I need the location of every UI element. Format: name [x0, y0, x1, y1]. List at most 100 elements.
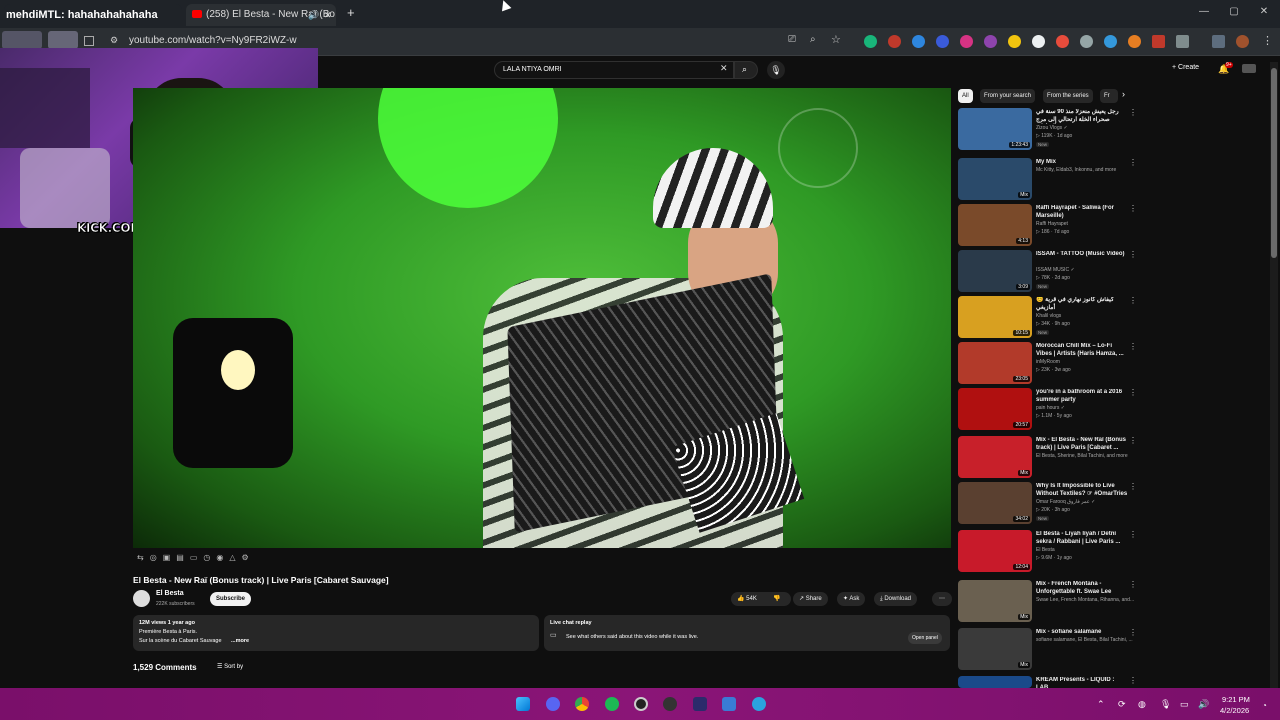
related-more-icon[interactable]: ⋮: [1129, 580, 1137, 589]
voice-search-icon[interactable]: 🎙: [767, 61, 785, 79]
related-title[interactable]: Mix - French Montana - Unforgettable ft.…: [1036, 581, 1128, 596]
open-panel-button[interactable]: Open panel: [908, 632, 942, 644]
window-close-button[interactable]: ✕: [1256, 6, 1272, 17]
tab-close-icon[interactable]: ✕: [324, 4, 332, 26]
search-button[interactable]: ⌕: [734, 61, 758, 79]
related-more-icon[interactable]: ⋮: [1129, 250, 1137, 259]
related-title[interactable]: Mix - sofiane salamane: [1036, 629, 1128, 637]
related-title[interactable]: 😊 كيفاش كانوز نهاري في قرية أمازيغي: [1036, 297, 1128, 312]
related-channel[interactable]: Zizou Vlogs ✓: [1036, 125, 1136, 132]
extension-icon-13[interactable]: [1152, 35, 1165, 48]
settings-gear-icon[interactable]: ⚙: [242, 553, 255, 562]
tray-app-icon[interactable]: ⟳: [1118, 699, 1126, 710]
chip-more[interactable]: Fr: [1100, 89, 1118, 103]
camera-icon[interactable]: ◉: [216, 553, 229, 562]
extension-icon-11[interactable]: [1104, 35, 1117, 48]
telegram-icon[interactable]: [752, 697, 766, 711]
menu-lines-icon[interactable]: [1212, 35, 1225, 48]
like-button[interactable]: 👍 54K 👎: [731, 592, 791, 606]
related-channel[interactable]: Raffi Hayrapet: [1036, 221, 1136, 228]
related-thumbnail[interactable]: Mix: [958, 436, 1032, 478]
related-thumbnail[interactable]: 3:09: [958, 250, 1032, 292]
tray-volume-icon[interactable]: 🔊: [1198, 699, 1209, 710]
related-thumbnail[interactable]: 34:02: [958, 482, 1032, 524]
obs-icon[interactable]: [634, 697, 648, 711]
related-more-icon[interactable]: ⋮: [1129, 388, 1137, 397]
cast-icon[interactable]: ⎚: [788, 34, 796, 45]
notification-center-icon[interactable]: ◔: [1262, 701, 1267, 710]
discord-icon[interactable]: [546, 697, 560, 711]
extension-icon-7[interactable]: [1008, 35, 1021, 48]
related-channel[interactable]: Khalil vlogs: [1036, 313, 1136, 320]
video-player[interactable]: [133, 88, 951, 548]
tab-twitch[interactable]: mehdiMTL: hahahahahahaha: [4, 4, 182, 26]
extension-icon-4[interactable]: [936, 35, 949, 48]
related-thumbnail[interactable]: Mix: [958, 628, 1032, 670]
tab-youtube[interactable]: (258) El Besta - New Raï (Bo 🔊 ✕: [186, 4, 336, 26]
browser-menu-icon[interactable]: ⋮: [1262, 34, 1273, 47]
related-more-icon[interactable]: ⋮: [1129, 482, 1137, 491]
related-more-icon[interactable]: ⋮: [1129, 296, 1137, 305]
related-more-icon[interactable]: ⋮: [1129, 436, 1137, 445]
extension-icon-1[interactable]: [864, 35, 877, 48]
subscribe-button[interactable]: Subscribe: [210, 592, 252, 606]
related-more-icon[interactable]: ⋮: [1129, 158, 1137, 167]
extension-icon-5[interactable]: [960, 35, 973, 48]
spotify-icon[interactable]: [605, 697, 619, 711]
description-box[interactable]: 12M views 1 year ago Première Besta à Pa…: [133, 615, 539, 651]
channel-name[interactable]: El Besta: [156, 590, 184, 597]
channel-avatar[interactable]: [133, 590, 150, 607]
loop-icon[interactable]: ⇆: [137, 553, 150, 562]
related-more-icon[interactable]: ⋮: [1129, 108, 1137, 117]
extension-icon-2[interactable]: [888, 35, 901, 48]
related-more-icon[interactable]: ⋮: [1129, 342, 1137, 351]
related-title[interactable]: you're in a bathroom at a 2016 summer pa…: [1036, 389, 1128, 404]
filter-icon[interactable]: ▣: [163, 553, 177, 562]
extension-icon-10[interactable]: [1080, 35, 1093, 48]
screenshot-icon[interactable]: ▤: [176, 553, 190, 562]
flask-icon[interactable]: △: [229, 553, 241, 562]
speaker-icon[interactable]: 🔊: [308, 4, 319, 26]
taskbar-time[interactable]: 9:21 PM: [1222, 695, 1250, 704]
chips-next-icon[interactable]: ›: [1122, 89, 1125, 99]
sort-by-button[interactable]: ☰ Sort by: [217, 663, 243, 670]
extensions-puzzle-icon[interactable]: [1176, 35, 1189, 48]
related-title[interactable]: El Besta - Liyah liyah / Detni sekra / R…: [1036, 531, 1128, 546]
description-more-link[interactable]: ...more: [231, 638, 249, 644]
chrome-icon[interactable]: [575, 697, 589, 711]
page-scrollbar[interactable]: [1270, 62, 1278, 688]
related-channel[interactable]: ISSAM MUSIC ✓: [1036, 267, 1136, 274]
related-channel[interactable]: El Besta: [1036, 547, 1136, 554]
url-field[interactable]: youtube.com/watch?v=Ny9FR2iWZ-w: [129, 35, 297, 46]
related-thumbnail[interactable]: [958, 676, 1032, 688]
zoom-icon[interactable]: ⌕: [810, 34, 816, 45]
extension-icon-9[interactable]: [1056, 35, 1069, 48]
chip-all[interactable]: All: [958, 89, 973, 103]
related-title[interactable]: Why Is It Impossible to Live Without Tex…: [1036, 483, 1128, 498]
tray-network-icon[interactable]: ▭: [1180, 699, 1189, 710]
microphone-app-icon[interactable]: [693, 697, 707, 711]
clear-search-icon[interactable]: ✕: [720, 63, 728, 74]
related-channel[interactable]: El Besta, Sherine, Bilal Tachini, and mo…: [1036, 453, 1136, 460]
window-minimize-button[interactable]: —: [1196, 6, 1212, 17]
related-channel[interactable]: inMyRoom: [1036, 359, 1136, 366]
tray-chevron-icon[interactable]: ⌃: [1097, 699, 1105, 710]
scrollbar-thumb[interactable]: [1271, 68, 1277, 258]
search-input[interactable]: LALA NTIYA OMRI: [494, 61, 734, 79]
related-more-icon[interactable]: ⋮: [1129, 530, 1137, 539]
related-title[interactable]: My Mix: [1036, 159, 1128, 167]
bookmark-star-icon[interactable]: ☆: [831, 33, 841, 46]
related-more-icon[interactable]: ⋮: [1129, 628, 1137, 637]
related-thumbnail[interactable]: 4:13: [958, 204, 1032, 246]
related-channel[interactable]: Swae Lee, French Montana, Rihanna, and..…: [1036, 597, 1136, 604]
account-avatar[interactable]: [1242, 64, 1256, 73]
chip-from-the-series[interactable]: From the series: [1043, 89, 1093, 103]
tray-discord-icon[interactable]: ◍: [1138, 699, 1146, 710]
create-button[interactable]: + Create: [1172, 64, 1199, 71]
site-info-icon[interactable]: ⚙: [110, 35, 118, 46]
related-thumbnail[interactable]: Mix: [958, 158, 1032, 200]
speed-icon[interactable]: ◎: [150, 553, 163, 562]
windows-start-icon[interactable]: [516, 697, 530, 711]
extension-icon-6[interactable]: [984, 35, 997, 48]
taskbar-date[interactable]: 4/2/2026: [1220, 706, 1249, 715]
